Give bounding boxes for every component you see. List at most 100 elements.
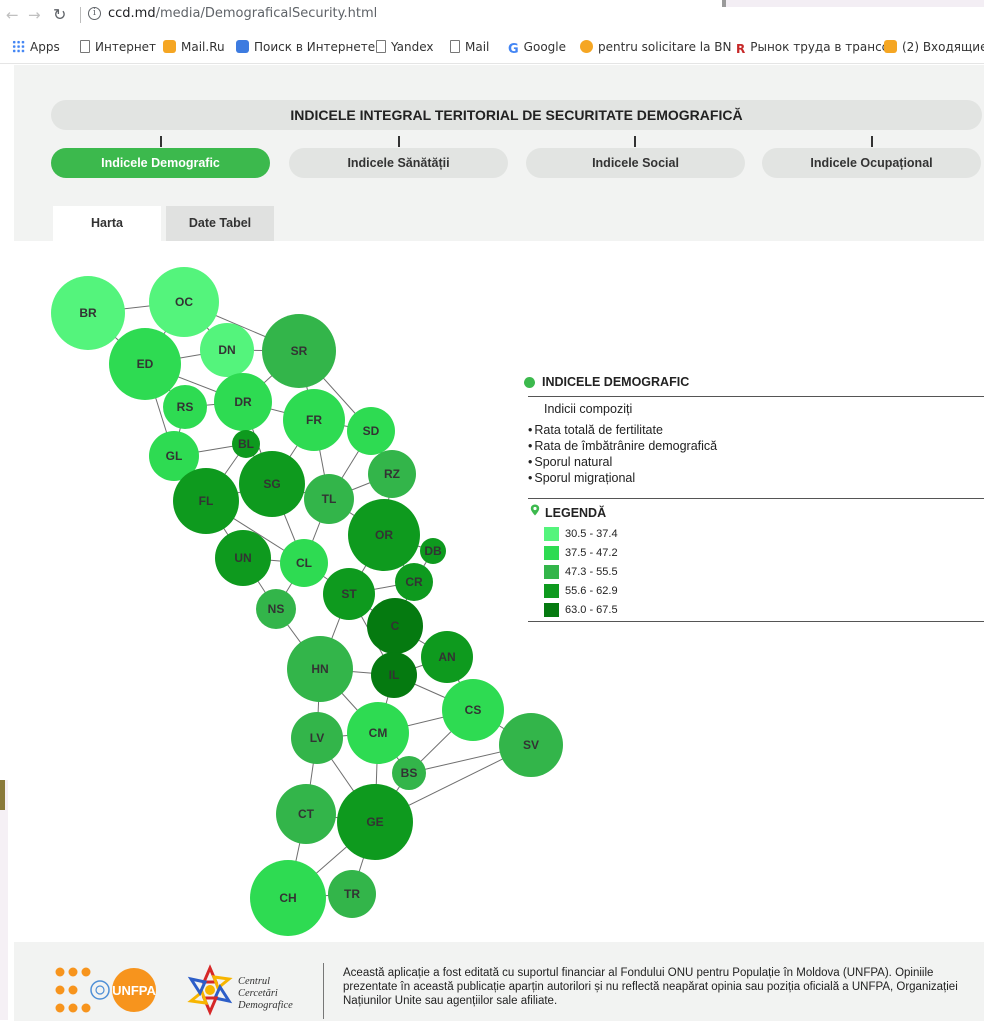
region-map: BR OC ED DN SR RS DR FR SD BL GL SG RZ FL TL OR DB UN CL CR… [51, 267, 563, 936]
page-icon [376, 40, 386, 53]
region-node-bl[interactable]: BL [232, 430, 260, 458]
region-label: SV [523, 738, 539, 752]
legend-bin-label: 37.5 - 47.2 [565, 547, 618, 559]
bookmark-apps[interactable]: Apps [12, 39, 60, 55]
back-arrow-icon[interactable]: ← [6, 5, 19, 25]
region-node-ns[interactable]: NS [256, 589, 296, 629]
legend-panel: INDICELE DEMOGRAFIC Indicii compoziți Ra… [518, 370, 984, 626]
legend-bin-label: 47.3 - 55.5 [565, 566, 618, 578]
search-icon [236, 40, 249, 53]
divider [528, 396, 984, 397]
region-node-cl[interactable]: CL [280, 539, 328, 587]
region-node-dn[interactable]: DN [200, 323, 254, 377]
rabota-icon: R [736, 42, 746, 56]
bookmark-rabota[interactable]: R Рынок труда в трансс [736, 39, 888, 57]
bookmark-bn[interactable]: pentru solicitare la BN [580, 39, 732, 55]
forward-arrow-icon[interactable]: → [28, 5, 41, 25]
footer-divider [323, 963, 324, 1019]
tab-harta[interactable]: Harta [53, 206, 161, 241]
url-field[interactable]: ccd.md/media/DemograficalSecurity.html [108, 5, 377, 23]
region-label: ST [341, 587, 357, 601]
map-pin-icon [530, 504, 540, 516]
list-item: Sporul natural [528, 454, 717, 470]
region-node-fl[interactable]: FL [173, 468, 239, 534]
region-node-cm[interactable]: CM [347, 702, 409, 764]
region-node-lv[interactable]: LV [291, 712, 343, 764]
region-label: SG [263, 477, 280, 491]
index-button-ocupational[interactable]: Indicele Ocupațional [762, 148, 981, 178]
bookmark-search[interactable]: Поиск в Интернете [236, 39, 375, 55]
region-node-fr[interactable]: FR [283, 389, 345, 451]
region-label: UN [234, 551, 251, 565]
bookmark-mail[interactable]: Mail [450, 39, 489, 55]
bookmark-internet[interactable]: Интернет [80, 39, 156, 55]
url-path: /media/DemograficalSecurity.html [155, 6, 378, 21]
region-node-ge[interactable]: GE [337, 784, 413, 860]
region-node-sr[interactable]: SR [262, 314, 336, 388]
region-node-br[interactable]: BR [51, 276, 125, 350]
region-node-dr[interactable]: DR [214, 373, 272, 431]
bookmark-mailru[interactable]: Mail.Ru [163, 39, 225, 55]
legend-swatch [544, 584, 559, 598]
region-node-ct[interactable]: CT [276, 784, 336, 844]
title-connector [160, 136, 162, 147]
region-node-st[interactable]: ST [323, 568, 375, 620]
index-button-sanatatii[interactable]: Indicele Sănătății [289, 148, 508, 178]
region-label: TL [322, 492, 337, 506]
region-node-il[interactable]: IL [371, 652, 417, 698]
region-label: GL [166, 449, 183, 463]
info-icon[interactable]: i [88, 7, 101, 20]
region-node-ed[interactable]: ED [109, 328, 181, 400]
bookmark-inbox[interactable]: (2) Входящие - [884, 39, 984, 55]
reload-icon[interactable]: ↻ [53, 5, 66, 25]
region-node-or[interactable]: OR [348, 499, 420, 571]
address-bar: ← → ↻ i ccd.md/media/DemograficalSecurit… [0, 0, 984, 30]
region-label: FL [199, 494, 214, 508]
component-list: Rata totală de fertilitate Rata de îmbăt… [528, 422, 717, 486]
bookmark-yandex[interactable]: Yandex [376, 39, 434, 55]
ccd-wordmark: Centrul Cercetări Demografice [238, 976, 293, 1012]
region-node-c[interactable]: C [367, 598, 423, 654]
bookmark-icon [580, 40, 593, 53]
index-button-demografic[interactable]: Indicele Demografic [51, 148, 270, 178]
region-label: GE [366, 815, 383, 829]
ccd-line: Demografice [238, 1000, 293, 1011]
region-node-rz[interactable]: RZ [368, 450, 416, 498]
region-label: TR [344, 887, 360, 901]
region-node-cs[interactable]: CS [442, 679, 504, 741]
title-connector [398, 136, 400, 147]
index-dot-icon [524, 377, 535, 388]
unfpa-wordmark: UNFPA [112, 983, 156, 998]
region-node-bs[interactable]: BS [392, 756, 426, 790]
divider [528, 621, 984, 622]
region-label: CL [296, 556, 312, 570]
mailru-icon [163, 40, 176, 53]
region-node-oc[interactable]: OC [149, 267, 219, 337]
tab-date-tabel[interactable]: Date Tabel [166, 206, 274, 241]
region-node-sv[interactable]: SV [499, 713, 563, 777]
region-node-rs[interactable]: RS [163, 385, 207, 429]
region-node-tr[interactable]: TR [328, 870, 376, 918]
bookmark-google[interactable]: G Google [508, 39, 566, 58]
legend-bin-label: 63.0 - 67.5 [565, 604, 618, 616]
region-node-cr[interactable]: CR [395, 563, 433, 601]
footer-disclaimer: Această aplicație a fost editată cu supo… [343, 967, 958, 1007]
legend-swatch [544, 603, 559, 617]
region-node-sd[interactable]: SD [347, 407, 395, 455]
region-label: DB [424, 544, 442, 558]
google-icon: G [508, 42, 519, 57]
region-label: IL [389, 668, 400, 682]
region-node-db[interactable]: DB [420, 538, 446, 564]
region-node-hn[interactable]: HN [287, 636, 353, 702]
region-label: RZ [384, 467, 400, 481]
region-node-ch[interactable]: CH [250, 860, 326, 936]
apps-grid-icon [12, 40, 25, 53]
unfpa-logo: UNFPA [55, 967, 157, 1013]
index-button-social[interactable]: Indicele Social [526, 148, 745, 178]
region-node-sg[interactable]: SG [239, 451, 305, 517]
region-node-an[interactable]: AN [421, 631, 473, 683]
region-node-tl[interactable]: TL [304, 474, 354, 524]
region-label: CM [369, 726, 388, 740]
region-label: RS [177, 400, 194, 414]
region-node-un[interactable]: UN [215, 530, 271, 586]
